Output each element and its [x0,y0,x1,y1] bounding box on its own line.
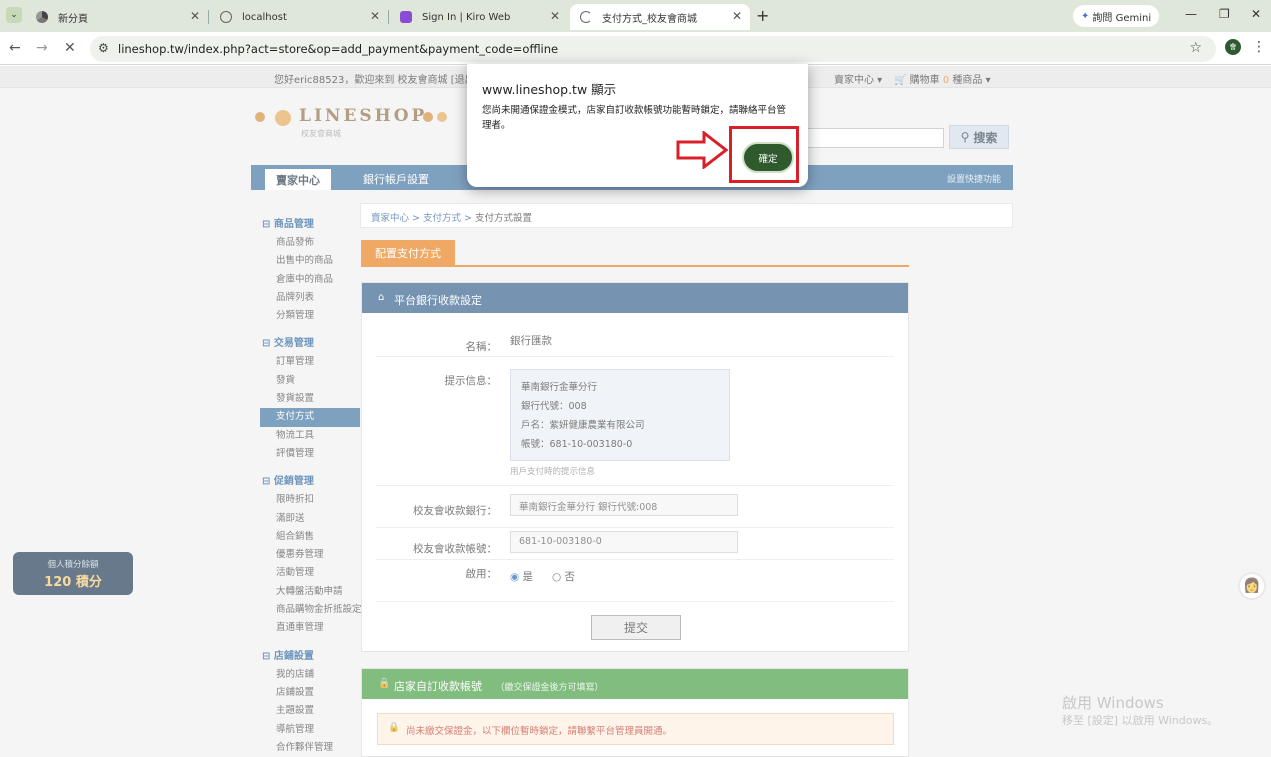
tab-close-icon[interactable]: ✕ [370,9,380,23]
browser-tab-3[interactable]: Sign In | Kiro Web ✕ [390,4,568,30]
gemini-button[interactable]: ✦ 詢問 Gemini [1073,5,1159,27]
tab-title: 新分頁 [58,13,88,25]
address-bar[interactable]: ⚙ lineshop.tw/index.php?act=store&op=add… [90,36,1216,62]
window-close-icon[interactable]: ✕ [1251,7,1261,21]
loading-icon [580,11,592,23]
highlight-box [729,126,799,183]
arrow-right-icon [676,131,728,169]
tab-close-icon[interactable]: ✕ [550,9,560,23]
minimize-icon[interactable]: — [1185,7,1197,21]
restore-icon[interactable]: ❐ [1219,7,1230,21]
profile-avatar[interactable]: 會 [1225,39,1241,55]
tab-title: Sign In | Kiro Web [422,11,511,23]
gemini-sparkle-icon: ✦ [1081,10,1090,22]
back-icon[interactable]: ← [9,40,21,56]
url-text[interactable]: lineshop.tw/index.php?act=store&op=add_p… [118,42,558,56]
browser-tab-2[interactable]: localhost ✕ [210,4,388,30]
more-menu-icon[interactable]: ⋮ [1252,39,1266,55]
kiro-icon [400,11,412,23]
tab-title: 支付方式_校友會商城 [602,13,697,25]
stop-loading-icon[interactable]: ✕ [64,40,76,56]
tab-title: localhost [242,11,287,23]
site-info-icon[interactable]: ⚙ [98,41,109,55]
chrome-icon [36,11,48,23]
new-tab-icon[interactable]: + [756,6,769,25]
forward-icon[interactable]: → [36,40,48,56]
tab-close-icon[interactable]: ✕ [190,9,200,23]
tab-search-icon[interactable]: ⌄ [6,7,22,23]
bookmark-star-icon[interactable]: ☆ [1189,40,1202,56]
browser-tab-1[interactable]: 新分頁 ✕ [26,4,208,30]
dialog-title: www.lineshop.tw 顯示 [482,82,617,97]
browser-tab-4-active[interactable]: 支付方式_校友會商城 ✕ [570,4,750,30]
globe-icon [220,11,232,23]
tab-close-icon[interactable]: ✕ [732,9,742,23]
tab-strip: ⌄ 新分頁 ✕ localhost ✕ Sign In | Kiro Web ✕… [0,0,1271,32]
browser-toolbar: ← → ✕ ⚙ lineshop.tw/index.php?act=store&… [0,32,1271,65]
gemini-label: 詢問 Gemini [1092,12,1152,24]
